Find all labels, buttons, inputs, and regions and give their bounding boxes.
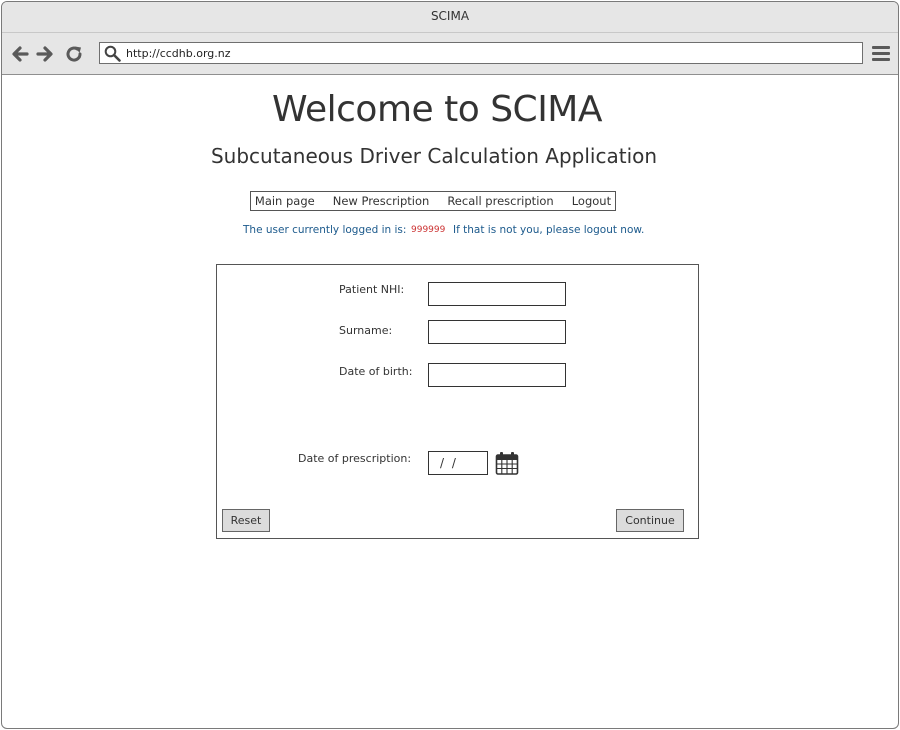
- surname-input[interactable]: [428, 320, 566, 344]
- prescription-date-input[interactable]: / /: [428, 451, 488, 475]
- reset-button[interactable]: Reset: [222, 509, 270, 532]
- logout-notice: If that is not you, please logout now.: [453, 224, 645, 236]
- nhi-input[interactable]: [428, 282, 566, 306]
- page-subtitle: Subcutaneous Driver Calculation Applicat…: [210, 144, 658, 168]
- url-text[interactable]: http://ccdhb.org.nz: [126, 47, 231, 60]
- nhi-label: Patient NHI:: [339, 283, 405, 296]
- calendar-icon[interactable]: [495, 451, 519, 475]
- browser-window: SCIMA http://ccdhb.org.nz Welcome to SCI…: [1, 1, 899, 729]
- main-nav: Main page New Prescription Recall prescr…: [250, 191, 616, 211]
- arrow-left-icon[interactable]: [10, 44, 30, 64]
- prescription-date-label: Date of prescription:: [298, 452, 412, 465]
- dob-input[interactable]: [428, 363, 566, 387]
- reload-icon[interactable]: [64, 44, 84, 64]
- window-title: SCIMA: [430, 9, 470, 23]
- nav-new-prescription[interactable]: New Prescription: [333, 194, 430, 208]
- logged-in-prefix: The user currently logged in is:: [243, 224, 407, 236]
- hamburger-menu-icon[interactable]: [872, 45, 890, 62]
- page-content: Welcome to SCIMA Subcutaneous Driver Cal…: [2, 74, 898, 728]
- nav-main-page[interactable]: Main page: [255, 194, 315, 208]
- prescription-date-value: / /: [440, 456, 458, 470]
- url-bar[interactable]: http://ccdhb.org.nz: [99, 42, 863, 64]
- arrow-right-icon[interactable]: [35, 44, 55, 64]
- surname-label: Surname:: [339, 324, 393, 337]
- nav-logout[interactable]: Logout: [572, 194, 611, 208]
- title-bar: SCIMA: [2, 2, 898, 33]
- dob-label: Date of birth:: [339, 365, 413, 378]
- patient-form: Patient NHI: Surname: Date of birth: Dat…: [216, 264, 699, 539]
- continue-button[interactable]: Continue: [616, 509, 684, 532]
- logged-in-user-id: 999999: [411, 225, 446, 235]
- search-icon: [104, 45, 121, 62]
- nav-recall-prescription[interactable]: Recall prescription: [447, 194, 553, 208]
- browser-toolbar: http://ccdhb.org.nz: [2, 33, 898, 75]
- page-title: Welcome to SCIMA: [272, 89, 603, 130]
